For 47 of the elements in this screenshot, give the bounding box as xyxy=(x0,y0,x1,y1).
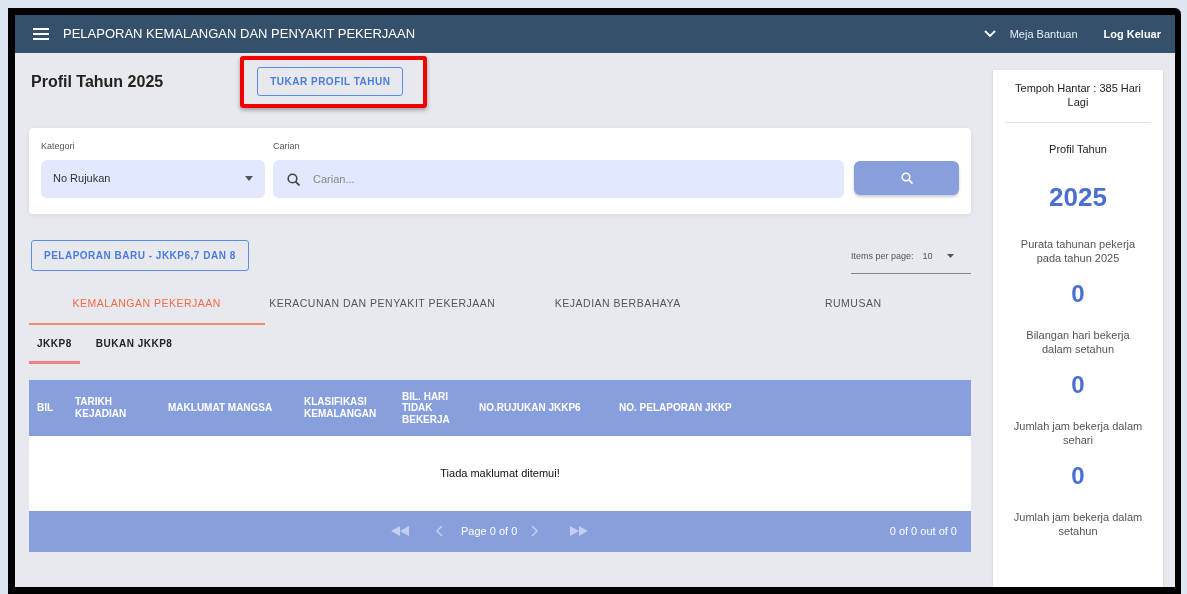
stat-value: 0 xyxy=(1070,463,1086,490)
search-button[interactable] xyxy=(854,161,959,195)
tab[interactable]: KERACUNAN DAN PENYAKIT PEKERJAAN xyxy=(264,296,500,325)
new-report-button[interactable]: PELAPORAN BARU - JKKP6,7 DAN 8 xyxy=(31,239,249,271)
column-header: NO.RUJUKAN JKKP6 xyxy=(479,402,582,414)
column-header: MAKLUMAT MANGSA xyxy=(168,402,274,414)
profile-year: 2025 xyxy=(1048,180,1108,214)
stat-value: 0 xyxy=(1070,372,1086,399)
column-header: KLASIFIKASI KEMALANGAN xyxy=(304,396,378,420)
stat-value: 0 xyxy=(1070,281,1086,308)
tab[interactable]: RUMUSAN xyxy=(735,296,971,325)
record-range: 0 of 0 out of 0 xyxy=(889,524,957,539)
stat-caption: Purata tahunan pekerja pada tahun 2025 xyxy=(1019,236,1137,266)
helpdesk-link[interactable]: Meja Bantuan xyxy=(1009,25,1078,43)
search-field[interactable]: Carian... xyxy=(273,159,844,198)
stat-caption: Jumlah jam bekerja dalam setahun xyxy=(1012,509,1144,539)
empty-message: Tiada maklumat ditemui! xyxy=(440,466,560,481)
page-heading: Profil Tahun 2025 xyxy=(31,72,164,92)
stat-caption: Bilangan hari bekerja dalam setahun xyxy=(1025,327,1131,357)
profile-year-label: Profil Tahun xyxy=(1048,141,1108,156)
logout-link[interactable]: Log Keluar xyxy=(1103,25,1161,43)
subtab[interactable]: BUKAN JKKP8 xyxy=(87,335,181,364)
chevron-down-icon[interactable] xyxy=(983,30,996,38)
app-title: PELAPORAN KEMALANGAN DAN PENYAKIT PEKERJAAN xyxy=(63,25,416,44)
subtab[interactable]: JKKP8 xyxy=(29,335,80,364)
caret-icon xyxy=(946,254,954,259)
tab[interactable]: KEJADIAN BERBAHAYA xyxy=(500,296,736,325)
items-per-page-label: Items per page: xyxy=(851,249,914,263)
page-indicator: Page 0 of 0 xyxy=(461,524,518,539)
column-header: NO. PELAPORAN JKKP xyxy=(619,402,733,414)
previous-page-icon[interactable] xyxy=(435,525,443,538)
deadline-text: Tempoh Hantar : 385 Hari Lagi xyxy=(1014,81,1142,111)
stat-caption: Jumlah jam bekerja dalam sehari xyxy=(1012,418,1144,448)
next-page-icon[interactable] xyxy=(531,525,540,538)
category-select[interactable]: No Rujukan xyxy=(41,159,265,198)
field-label: Kategori xyxy=(41,140,76,153)
menu-icon[interactable] xyxy=(33,28,49,40)
search-icon xyxy=(287,172,300,186)
column-header: BIL. HARI TIDAK BEKERJA xyxy=(402,390,451,425)
search-icon xyxy=(900,172,913,184)
column-header: BIL xyxy=(37,402,55,414)
column-header: TARIKH KEJADIAN xyxy=(75,396,128,420)
last-page-icon[interactable] xyxy=(570,526,589,537)
caret-icon xyxy=(245,176,253,181)
field-label: Carian xyxy=(273,140,301,153)
page-size-select[interactable]: 10 xyxy=(922,249,954,263)
first-page-icon[interactable] xyxy=(391,526,409,537)
